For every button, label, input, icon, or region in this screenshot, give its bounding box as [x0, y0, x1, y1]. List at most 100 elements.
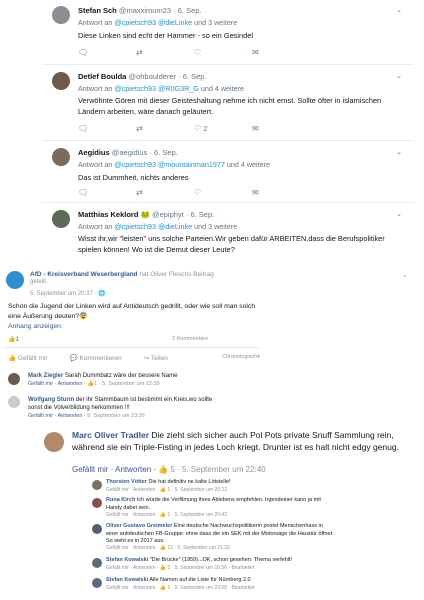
fb-reply: Thorsten Vötter Die hat definitiv ne kal… — [0, 478, 424, 498]
tweet-date[interactable]: · 6. Sep. — [173, 6, 201, 15]
avatar[interactable] — [52, 72, 70, 90]
dm-icon[interactable]: ✉ — [252, 188, 310, 197]
reply-icon[interactable]: 🗨 — [78, 188, 136, 197]
reply-meta: Gefällt mir · Antworten · 👍 2 · 5. Septe… — [106, 585, 255, 591]
chevron-down-icon[interactable]: ⌄ — [396, 210, 402, 218]
tweet-3: Aegidius @aegidius · 6. Sep. ⌄ Antwort a… — [0, 142, 424, 202]
reply-meta: Gefällt mir · Antworten · 👍 1 · 5. Septe… — [106, 512, 227, 518]
reply-info: Antwort an @cpietsch93 @R0G3R_G und 4 we… — [78, 84, 245, 93]
author-name[interactable]: Aegidius — [78, 148, 110, 157]
reply-text: Runa Kirch Ich würde die Verfilmung ihre… — [106, 497, 321, 511]
fb-reply: Stefan Kowalski Alle Namen auf die Liste… — [0, 576, 424, 598]
avatar[interactable] — [8, 373, 20, 385]
commenter-name[interactable]: Mark Ziegler — [28, 373, 63, 379]
comment-text: Mark Ziegler Sarah Dummbatz wäre der bes… — [28, 373, 178, 379]
tweet-actions: 🗨 ⇄ ♡ ✉ — [78, 48, 310, 57]
globe-icon: 🌐 — [98, 291, 106, 297]
author-handle[interactable]: @epiphyt — [152, 210, 184, 219]
like-reaction-icon: 👍 — [158, 465, 169, 474]
chevron-down-icon[interactable]: ⌄ — [396, 6, 402, 14]
like-icon[interactable]: ♡ — [194, 188, 252, 197]
chevron-down-icon[interactable]: ⌄ — [396, 148, 402, 156]
author-handle[interactable]: @ohboulderer — [128, 72, 176, 81]
tweet-date[interactable]: · 6. Sep. — [178, 72, 206, 81]
avatar[interactable] — [8, 396, 20, 408]
author-handle[interactable]: @aegidius — [112, 148, 148, 157]
avatar[interactable] — [92, 558, 102, 568]
reply-text: Stefan Kowalski Alle Namen auf die Liste… — [106, 577, 251, 583]
fb-post: AfD - Kreisverband Weserbergland hat Oli… — [0, 268, 424, 368]
comment-count[interactable]: 2 Kommentare — [172, 336, 208, 342]
comment-meta: Gefällt mir · Antworten · 👍1 · 5. Septem… — [28, 381, 160, 387]
retweet-icon[interactable]: ⇄ — [136, 188, 194, 197]
tweet-header: Matthias Keklord 🐸 @epiphyt · 6. Sep. — [78, 210, 214, 219]
sort-dropdown[interactable]: Chronologisch▾ — [222, 354, 260, 360]
reply-meta: Gefällt mir · Antworten · 👍 2 · 5. Septe… — [106, 565, 255, 571]
tweet-header: Stefan Sch @maxximum23 · 6. Sep. — [78, 6, 202, 15]
reply-info: Antwort an @cpietsch93 @dieLinke und 3 w… — [78, 18, 238, 27]
post-actions: 👍 Gefällt mir 💬 Kommentieren ↪ Teilen — [8, 354, 168, 362]
fb-reply: Stefan Kowalski "Die Brücke" (1959)...OK… — [0, 556, 424, 576]
reply-icon[interactable]: 🗨 — [78, 48, 136, 57]
like-count[interactable]: 👍1 — [8, 336, 19, 343]
avatar[interactable] — [92, 524, 102, 534]
avatar[interactable] — [52, 6, 70, 24]
tweet-text: Das ist Dummheit, nichts anderes — [78, 173, 189, 182]
post-text: Schon die Jugend der Linken wird auf Ant… — [8, 303, 256, 320]
comment-meta: Gefällt mir · Antworten · 👍 5 · 5. Septe… — [72, 465, 266, 474]
reply-link[interactable]: @cpietsch93 @mountainman1977 — [114, 160, 225, 169]
tweet-actions: 🗨 ⇄ ♡ 2 ✉ — [78, 124, 310, 133]
comment-button[interactable]: 💬 Kommentieren — [70, 354, 122, 362]
tweet-date[interactable]: · 6. Sep. — [149, 148, 177, 157]
tweet-actions: 🗨 ⇄ ♡ ✉ — [78, 188, 310, 197]
share-button[interactable]: ↪ Teilen — [144, 354, 168, 362]
commenter-name[interactable]: Wolfgang Sturm — [28, 397, 74, 403]
tweet-4: Matthias Keklord 🐸 @epiphyt · 6. Sep. ⌄ … — [0, 204, 424, 266]
avatar[interactable] — [52, 148, 70, 166]
show-attachment-link[interactable]: Anhang anzeigen — [8, 323, 61, 330]
comment-text: Marc Oliver Tradler Die zieht sich siche… — [72, 430, 399, 452]
post-date[interactable]: 5. September um 20:37 · 🌐 — [30, 290, 106, 297]
thumbs-up-icon: 👍 — [8, 355, 17, 362]
fb-comment-main: Marc Oliver Tradler Die zieht sich siche… — [0, 428, 424, 480]
share-icon: ↪ — [143, 355, 150, 362]
reply-text: Oliver Gustavo Greimeler Eine deutsche N… — [106, 523, 334, 544]
author-handle[interactable]: @maxximum23 — [119, 6, 171, 15]
avatar[interactable] — [52, 210, 70, 228]
shared-label: geteilt. — [30, 279, 48, 285]
author-name[interactable]: Detlef Boulda — [78, 72, 126, 81]
retweet-icon[interactable]: ⇄ — [136, 48, 194, 57]
reply-link[interactable]: @cpietsch93 @dieLinke — [114, 222, 192, 231]
commenter-name[interactable]: Marc Oliver Tradler — [72, 430, 149, 440]
author-name[interactable]: Matthias Keklord — [78, 210, 138, 219]
reply-link[interactable]: @cpietsch93 @dieLinke — [114, 18, 192, 27]
reply-icon[interactable]: 🗨 — [78, 124, 136, 133]
comment-meta: Gefällt mir · Antworten · 5. September u… — [28, 413, 145, 419]
tweet-date[interactable]: · 6. Sep. — [186, 210, 214, 219]
reply-meta: Gefällt mir · Antworten · 👍 13 · 5. Sept… — [106, 545, 230, 551]
fb-comment: Wolfgang Sturm der ihr Stammbaum ist bes… — [0, 393, 424, 421]
page-name[interactable]: AfD - Kreisverband Weserbergland — [30, 271, 138, 278]
reply-text: Thorsten Vötter Die hat definitiv ne kal… — [106, 479, 231, 485]
reply-info: Antwort an @cpietsch93 @mountainman1977 … — [78, 160, 271, 169]
reply-link[interactable]: @cpietsch93 @R0G3R_G — [114, 84, 199, 93]
more-options-icon[interactable]: ⌄ — [402, 271, 408, 279]
like-icon[interactable]: ♡ 2 — [194, 124, 252, 133]
fb-reply: Runa Kirch Ich würde die Verfilmung ihre… — [0, 496, 424, 520]
avatar[interactable] — [92, 578, 102, 588]
tweet-2: Detlef Boulda @ohboulderer · 6. Sep. ⌄ A… — [0, 66, 424, 140]
author-name[interactable]: Stefan Sch — [78, 6, 117, 15]
like-icon[interactable]: ♡ — [194, 48, 252, 57]
page-avatar[interactable] — [6, 271, 24, 289]
avatar[interactable] — [92, 498, 102, 508]
avatar[interactable] — [92, 480, 102, 490]
dm-icon[interactable]: ✉ — [252, 48, 310, 57]
avatar[interactable] — [44, 432, 64, 452]
dm-icon[interactable]: ✉ — [252, 124, 310, 133]
like-button[interactable]: 👍 Gefällt mir — [8, 354, 48, 362]
reply-info: Antwort an @cpietsch93 @dieLinke und 3 w… — [78, 222, 238, 231]
chevron-down-icon[interactable]: ⌄ — [396, 72, 402, 80]
retweet-icon[interactable]: ⇄ — [136, 124, 194, 133]
tweet-text: Verwöhnte Gören mit dieser Geisteshaltun… — [78, 96, 382, 116]
comment-icon: 💬 — [69, 355, 78, 362]
